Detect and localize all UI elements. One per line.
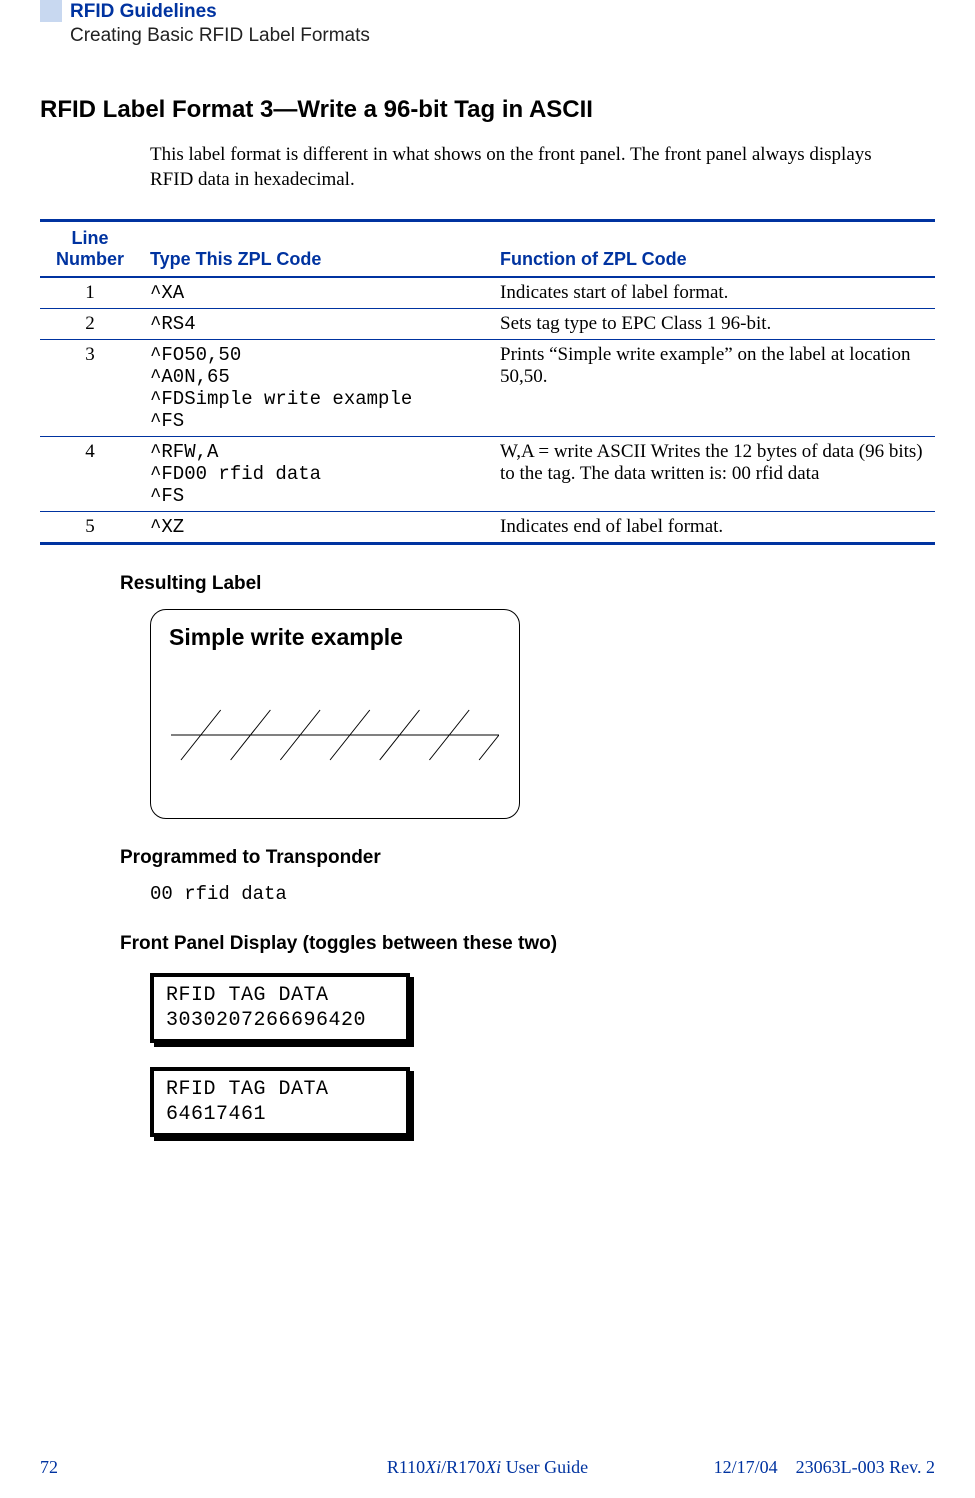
panel-line: 3030207266696420	[166, 1008, 394, 1033]
col-header-func: Function of ZPL Code	[490, 220, 935, 277]
label-preview-text: Simple write example	[169, 624, 501, 651]
header-accent-square	[40, 0, 62, 22]
resulting-label-heading: Resulting Label	[120, 573, 935, 595]
cell-code: ^FO50,50 ^A0N,65 ^FDSimple write example…	[140, 339, 490, 436]
header-title: RFID Guidelines	[70, 0, 370, 24]
programmed-value: 00 rfid data	[150, 883, 935, 905]
cell-func: Indicates end of label format.	[490, 511, 935, 543]
cell-code: ^RFW,A ^FD00 rfid data ^FS	[140, 436, 490, 511]
footer-center: R110Xi/R170Xi User Guide	[387, 1457, 588, 1478]
front-panel-display-2: RFID TAG DATA 64617461	[150, 1067, 410, 1137]
table-row: 5 ^XZ Indicates end of label format.	[40, 511, 935, 543]
rfid-inlay-graphic	[171, 705, 499, 765]
table-row: 3 ^FO50,50 ^A0N,65 ^FDSimple write examp…	[40, 339, 935, 436]
cell-code: ^XZ	[140, 511, 490, 543]
panel-line: 64617461	[166, 1102, 394, 1127]
cell-line: 2	[40, 308, 140, 339]
table-row: 2 ^RS4 Sets tag type to EPC Class 1 96-b…	[40, 308, 935, 339]
panel-line: RFID TAG DATA	[166, 1077, 394, 1102]
cell-func: Prints “Simple write example” on the lab…	[490, 339, 935, 436]
cell-code: ^RS4	[140, 308, 490, 339]
programmed-heading: Programmed to Transponder	[120, 847, 935, 869]
cell-line: 4	[40, 436, 140, 511]
cell-func: Indicates start of label format.	[490, 277, 935, 309]
table-row: 4 ^RFW,A ^FD00 rfid data ^FS W,A = write…	[40, 436, 935, 511]
cell-code: ^XA	[140, 277, 490, 309]
front-panel-display-1: RFID TAG DATA 3030207266696420	[150, 973, 410, 1043]
col-header-code: Type This ZPL Code	[140, 220, 490, 277]
cell-func: W,A = write ASCII Writes the 12 bytes of…	[490, 436, 935, 511]
section-title: RFID Label Format 3—Write a 96-bit Tag i…	[40, 96, 935, 124]
page-header: RFID Guidelines Creating Basic RFID Labe…	[40, 0, 935, 48]
front-panel-heading: Front Panel Display (toggles between the…	[120, 933, 935, 955]
cell-line: 1	[40, 277, 140, 309]
page-number: 72	[40, 1457, 58, 1478]
cell-func: Sets tag type to EPC Class 1 96-bit.	[490, 308, 935, 339]
page-footer: 72 R110Xi/R170Xi User Guide 12/17/042306…	[0, 1457, 975, 1478]
cell-line: 3	[40, 339, 140, 436]
header-subtitle: Creating Basic RFID Label Formats	[70, 24, 370, 48]
cell-line: 5	[40, 511, 140, 543]
table-row: 1 ^XA Indicates start of label format.	[40, 277, 935, 309]
footer-right: 12/17/0423063L-003 Rev. 2	[714, 1457, 935, 1478]
col-header-line: Line Number	[40, 220, 140, 277]
intro-paragraph: This label format is different in what s…	[150, 142, 915, 193]
zpl-code-table: Line Number Type This ZPL Code Function …	[40, 219, 935, 545]
label-preview: Simple write example	[150, 609, 520, 819]
panel-line: RFID TAG DATA	[166, 983, 394, 1008]
